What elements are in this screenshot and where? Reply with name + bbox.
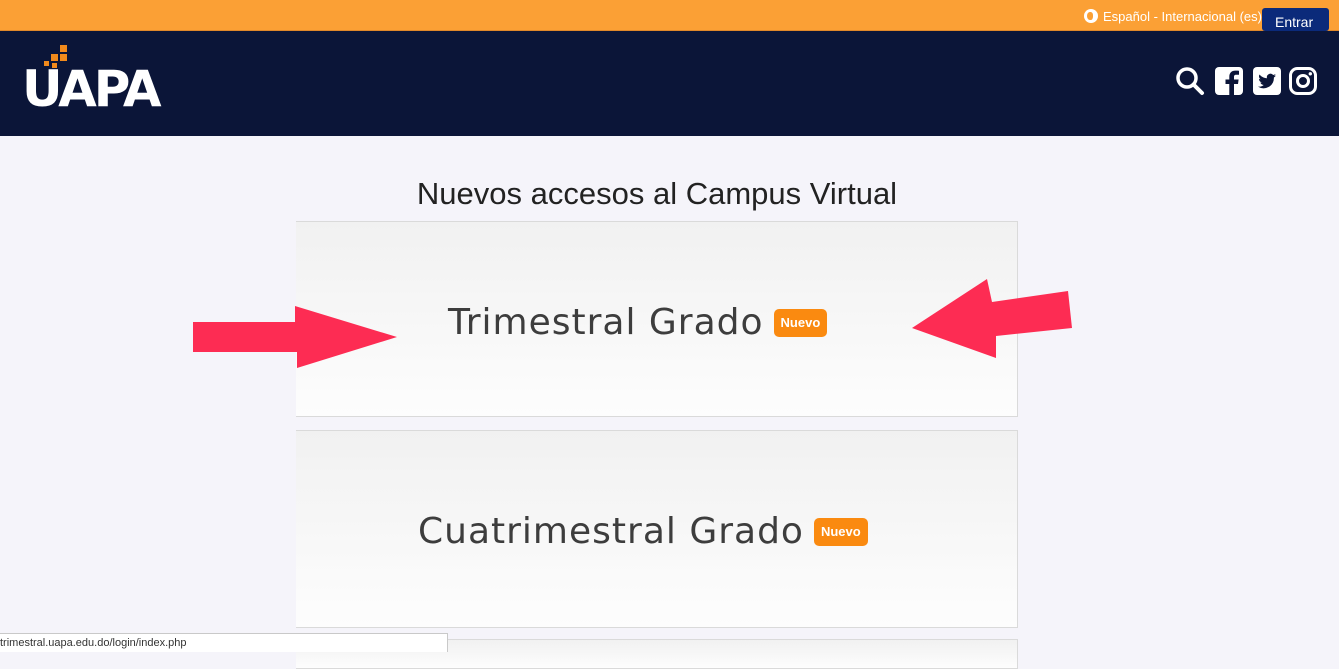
login-button[interactable]: Entrar [1262, 8, 1329, 31]
search-icon[interactable] [1175, 66, 1205, 96]
facebook-icon[interactable] [1214, 66, 1244, 96]
top-bar: Español - Internacional (es) Entrar [0, 0, 1339, 31]
status-bar-url: trimestral.uapa.edu.do/login/index.php [0, 633, 448, 652]
card-title: Cuatrimestral Grado [418, 511, 804, 552]
card-title: Trimestral Grado [448, 302, 764, 343]
language-label[interactable]: Español - Internacional (es) [1103, 9, 1262, 24]
new-badge: Nuevo [773, 308, 828, 337]
instagram-icon[interactable] [1288, 66, 1318, 96]
uapa-logo[interactable]: UAPA [22, 45, 192, 117]
card-cuatrimestral-grado[interactable]: Cuatrimestral Grado Nuevo [296, 430, 1018, 628]
arrow-left-icon [912, 279, 1072, 358]
arrow-right-icon [193, 306, 397, 368]
logo-text: UAPA [22, 60, 162, 118]
new-badge: Nuevo [813, 517, 868, 546]
twitter-icon[interactable] [1252, 66, 1282, 96]
globe-icon [1084, 9, 1098, 23]
language-selector[interactable]: Español - Internacional (es) [1084, 8, 1262, 24]
page-title: Nuevos accesos al Campus Virtual [416, 176, 898, 211]
site-header: UAPA [0, 31, 1339, 136]
